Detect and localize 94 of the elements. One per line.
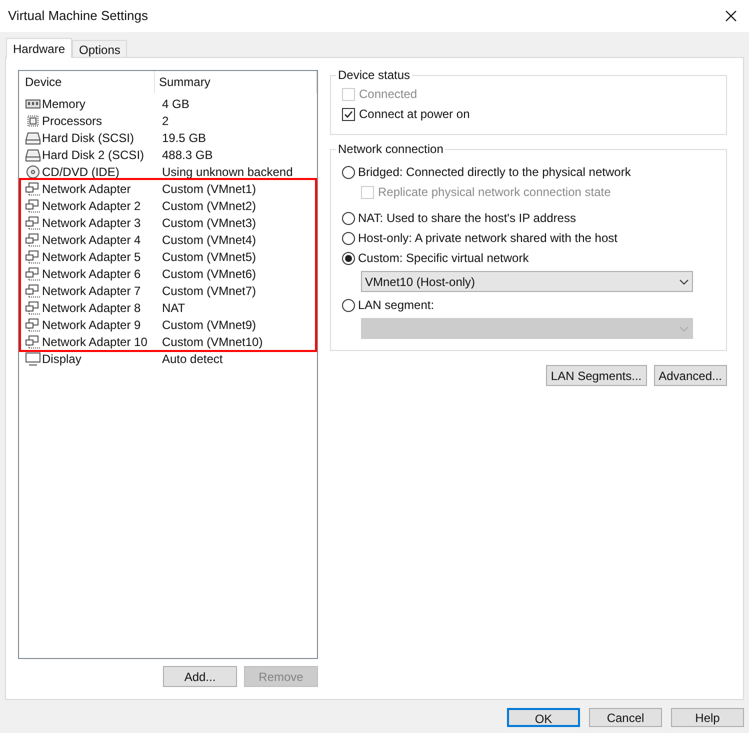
radio-label: LAN segment: (358, 297, 434, 314)
network-icon (25, 300, 41, 314)
radio-button[interactable] (342, 252, 355, 264)
device-summary: Custom (VMnet1) (161, 180, 256, 198)
radio-label: Host-only: A private network shared with the host (358, 230, 618, 247)
network-dropdown[interactable]: VMnet10 (Host-only) (361, 271, 693, 292)
device-row[interactable]: Hard Disk 2 (SCSI) 488.3 GB (21, 146, 315, 163)
add-button[interactable]: Add... (163, 666, 237, 687)
window-title: Virtual Machine Settings (8, 7, 148, 26)
device-summary: 19.5 GB (161, 130, 206, 146)
ok-button[interactable]: OK (507, 708, 580, 727)
device-summary: 4 GB (161, 96, 190, 112)
chevron-down-icon (679, 326, 689, 332)
lan-segments-button[interactable]: LAN Segments... (546, 365, 647, 386)
checkbox-label: Connect at power on (359, 106, 470, 123)
disc-icon (25, 164, 41, 178)
device-name: Network Adapter (42, 180, 131, 198)
device-name: Network Adapter 9 (42, 316, 141, 334)
device-row[interactable]: CD/DVD (IDE) Using unknown backend (21, 163, 315, 180)
checkbox-label: Connected (359, 86, 418, 103)
device-row[interactable]: Network Adapter 3 Custom (VMnet3) (21, 214, 315, 231)
help-button[interactable]: Help (671, 708, 744, 727)
memory-icon (25, 96, 41, 110)
device-row[interactable]: Network Adapter Custom (VMnet1) (21, 180, 315, 197)
chip-icon (25, 114, 41, 128)
radio-button[interactable] (342, 298, 355, 312)
device-name: Memory (42, 96, 86, 112)
monitor-icon (25, 352, 41, 366)
checkbox-label: Replicate physical network connection state (378, 184, 611, 201)
device-summary: Custom (VMnet10) (161, 334, 263, 350)
device-row[interactable]: Network Adapter 9 Custom (VMnet9) (21, 316, 315, 333)
device-row[interactable]: Hard Disk (SCSI) 19.5 GB (21, 129, 315, 146)
device-name: Network Adapter 8 (42, 300, 141, 316)
device-summary: Custom (VMnet5) (161, 248, 256, 266)
network-icon (25, 216, 41, 230)
device-row[interactable]: Network Adapter 10 Custom (VMnet10) (21, 333, 315, 350)
column-header[interactable]: Summary (155, 71, 317, 93)
network-icon (25, 232, 41, 246)
device-summary: Custom (VMnet4) (161, 232, 256, 248)
device-name: Network Adapter 2 (42, 198, 141, 214)
radio-label: Custom: Specific virtual network (358, 250, 529, 267)
device-name: Processors (42, 112, 102, 130)
close-icon[interactable] (725, 10, 737, 22)
radio-button[interactable] (342, 232, 355, 244)
device-row[interactable]: Network Adapter 4 Custom (VMnet4) (21, 231, 315, 248)
group-title: Device status (336, 68, 412, 82)
device-summary: Auto detect (161, 350, 223, 368)
network-icon (25, 318, 41, 332)
device-name: Network Adapter 7 (42, 282, 141, 300)
dropdown-value: VMnet10 (Host-only) (365, 274, 476, 290)
device-name: Network Adapter 4 (42, 232, 141, 248)
device-name: Network Adapter 6 (42, 266, 141, 282)
device-summary: Custom (VMnet7) (161, 282, 256, 300)
network-icon (25, 182, 41, 196)
device-summary: Custom (VMnet3) (161, 214, 256, 232)
device-row[interactable]: Network Adapter 6 Custom (VMnet6) (21, 265, 315, 282)
device-name: Network Adapter 10 (42, 334, 148, 350)
device-row[interactable]: Network Adapter 2 Custom (VMnet2) (21, 197, 315, 214)
advanced-button[interactable]: Advanced... (654, 365, 727, 386)
device-name: Network Adapter 5 (42, 248, 141, 266)
device-summary: Using unknown backend (161, 164, 293, 180)
network-icon (25, 198, 41, 212)
device-name: Hard Disk 2 (SCSI) (42, 146, 144, 164)
network-icon (25, 250, 41, 264)
device-summary: Custom (VMnet9) (161, 316, 256, 334)
device-summary: 2 (161, 112, 169, 130)
device-summary: NAT (161, 300, 186, 316)
device-row[interactable]: Network Adapter 5 Custom (VMnet5) (21, 248, 315, 265)
radio-button[interactable] (342, 212, 355, 224)
device-row[interactable]: Network Adapter 7 Custom (VMnet7) (21, 282, 315, 299)
checkbox[interactable] (342, 108, 355, 120)
device-name: Network Adapter 3 (42, 214, 141, 232)
tab[interactable]: Hardware (6, 38, 72, 58)
column-header[interactable]: Device (19, 71, 155, 93)
network-icon (25, 266, 41, 280)
device-row[interactable]: Display Auto detect (21, 350, 315, 367)
radio-button[interactable] (342, 166, 355, 178)
tab[interactable]: Options (72, 40, 128, 57)
device-name: Hard Disk (SCSI) (42, 130, 134, 146)
radio-label: Bridged: Connected directly to the physical network (358, 164, 631, 181)
network-icon (25, 334, 41, 348)
device-name: Display (42, 350, 82, 368)
cancel-button[interactable]: Cancel (589, 708, 662, 727)
chevron-down-icon (679, 278, 689, 284)
device-summary: Custom (VMnet2) (161, 198, 256, 214)
group-title: Network connection (336, 142, 446, 156)
device-row[interactable]: Network Adapter 8 NAT (21, 299, 315, 316)
device-name: CD/DVD (IDE) (42, 164, 120, 180)
device-summary: Custom (VMnet6) (161, 266, 256, 282)
device-row[interactable]: Memory 4 GB (21, 95, 315, 112)
device-summary: 488.3 GB (161, 146, 213, 164)
device-row[interactable]: Processors 2 (21, 112, 315, 129)
network-icon (25, 284, 41, 298)
radio-label: NAT: Used to share the host's IP address (358, 210, 576, 227)
